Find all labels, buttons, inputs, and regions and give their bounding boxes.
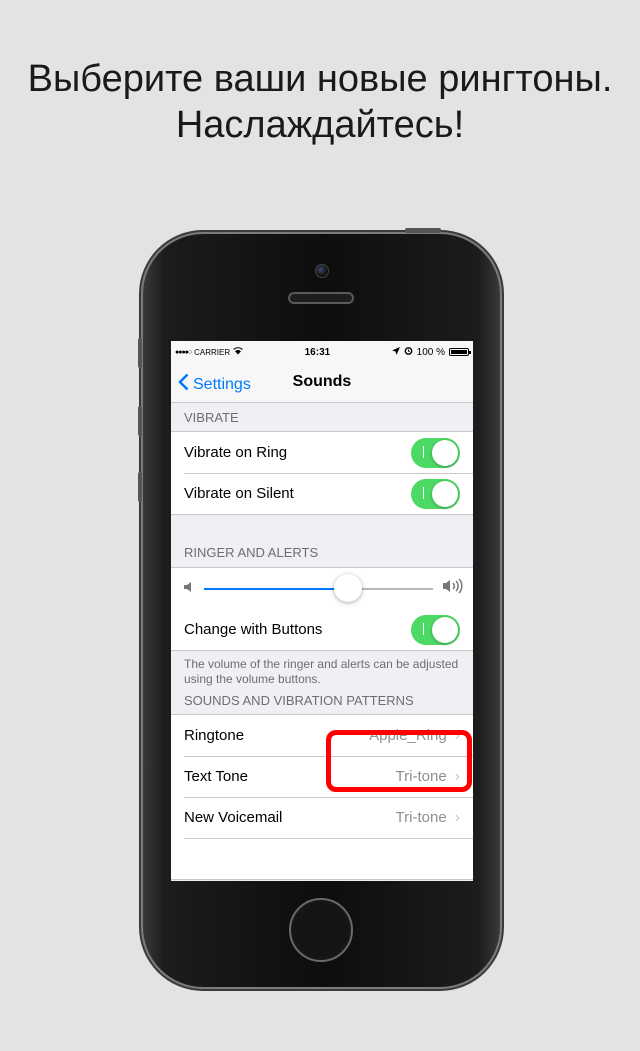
volume-slider[interactable] bbox=[204, 573, 433, 602]
section-header-ringer: RINGER AND ALERTS bbox=[184, 545, 319, 560]
home-button bbox=[289, 898, 353, 962]
clock: 16:31 bbox=[304, 346, 331, 358]
vibrate-group: Vibrate on Ring Vibrate on Silent bbox=[171, 431, 473, 515]
battery-percent: 100 % bbox=[416, 346, 445, 358]
location-arrow-icon bbox=[391, 346, 400, 358]
new-voicemail-row[interactable]: New Voicemail Tri-tone › bbox=[171, 797, 473, 838]
headline-line-2: Наслаждайтесь! bbox=[175, 104, 465, 146]
volume-up-button bbox=[138, 406, 142, 436]
change-with-buttons-label: Change with Buttons bbox=[184, 621, 323, 638]
volume-slider-row bbox=[171, 568, 473, 609]
vibrate-on-ring-toggle[interactable] bbox=[411, 437, 460, 468]
volume-low-icon bbox=[184, 580, 194, 598]
vibrate-on-ring-label: Vibrate on Ring bbox=[184, 444, 288, 461]
volume-slider-fill bbox=[204, 587, 349, 590]
volume-high-icon bbox=[443, 578, 463, 599]
vibrate-on-silent-label: Vibrate on Silent bbox=[184, 485, 294, 502]
ringer-footer-text: The volume of the ringer and alerts can … bbox=[184, 657, 459, 686]
carrier-name: CARRIER bbox=[194, 347, 231, 357]
headline-line-1: Выберите ваши новые рингтоны. bbox=[27, 58, 613, 100]
ringer-group: Change with Buttons bbox=[171, 567, 473, 651]
battery-icon bbox=[449, 348, 471, 356]
promo-headline: Выберите ваши новые рингтоны. Наслаждайт… bbox=[0, 56, 640, 148]
section-header-patterns: SOUNDS AND VIBRATION PATTERNS bbox=[184, 693, 414, 708]
status-bar: ●●●●○ CARRIER 16:31 100 % bbox=[171, 341, 473, 363]
phone-screen: ●●●●○ CARRIER 16:31 100 % Settings Sound… bbox=[171, 341, 473, 881]
signal-strength: ●●●●○ bbox=[175, 348, 192, 356]
alarm-icon bbox=[404, 346, 413, 358]
change-with-buttons-toggle[interactable] bbox=[411, 614, 460, 645]
volume-down-button bbox=[138, 472, 142, 502]
vibrate-on-silent-row: Vibrate on Silent bbox=[171, 473, 473, 514]
text-tone-label: Text Tone bbox=[184, 768, 248, 785]
navigation-bar: Settings Sounds bbox=[171, 363, 473, 403]
section-header-vibrate: VIBRATE bbox=[184, 410, 239, 425]
new-voicemail-label: New Voicemail bbox=[184, 809, 283, 826]
page-title: Sounds bbox=[292, 373, 352, 390]
mute-switch bbox=[138, 338, 142, 368]
ringtone-label: Ringtone bbox=[184, 727, 245, 744]
vibrate-on-ring-row: Vibrate on Ring bbox=[171, 432, 473, 473]
change-with-buttons-row: Change with Buttons bbox=[171, 609, 473, 650]
wifi-icon bbox=[233, 346, 244, 358]
new-voicemail-value: Tri-tone bbox=[395, 809, 447, 826]
sleep-button bbox=[405, 228, 441, 233]
front-camera bbox=[315, 264, 329, 278]
list-item[interactable] bbox=[171, 838, 473, 879]
volume-slider-thumb[interactable] bbox=[334, 573, 363, 602]
earpiece-speaker bbox=[288, 292, 354, 304]
chevron-right-icon: › bbox=[454, 808, 460, 826]
ringtone-highlight-frame bbox=[326, 730, 472, 792]
vibrate-on-silent-toggle[interactable] bbox=[411, 478, 460, 509]
